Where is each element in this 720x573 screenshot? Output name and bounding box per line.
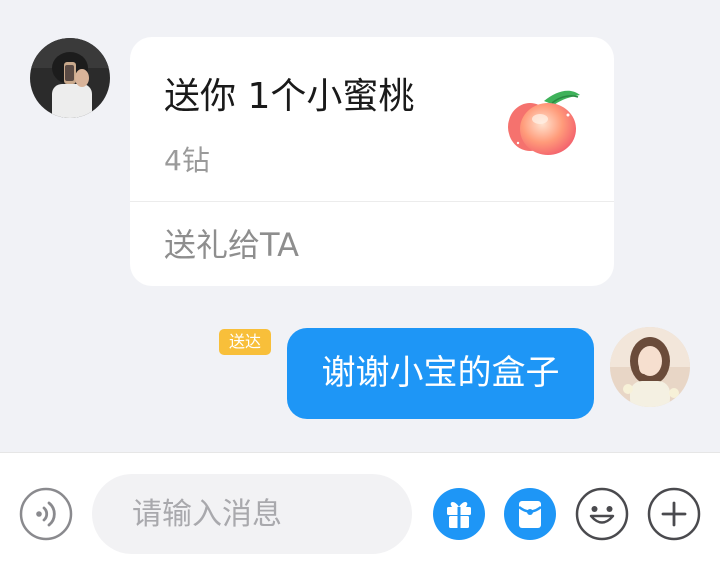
emoji-icon[interactable]	[575, 487, 629, 541]
voice-icon[interactable]	[19, 487, 73, 541]
sender-avatar[interactable]	[30, 38, 110, 118]
gift-message-card[interactable]: 送你 1个小蜜桃 4钻 送礼给TA	[130, 37, 614, 286]
gift-title: 送你 1个小蜜桃	[164, 76, 415, 117]
outgoing-message-bubble[interactable]: 谢谢小宝的盒子	[287, 328, 594, 419]
gift-icon[interactable]	[432, 487, 486, 541]
gift-card-divider	[130, 201, 614, 202]
plus-icon[interactable]	[647, 487, 701, 541]
input-bar	[0, 452, 720, 573]
peach-icon	[504, 85, 584, 157]
my-avatar[interactable]	[610, 327, 690, 407]
red-packet-icon[interactable]	[503, 487, 557, 541]
delivered-status-badge: 送达	[219, 329, 271, 355]
gift-price: 4钻	[164, 144, 210, 177]
send-gift-back-link[interactable]: 送礼给TA	[164, 225, 299, 265]
chat-area: 送你 1个小蜜桃 4钻 送礼给TA 送达 谢谢小宝的盒子	[0, 0, 720, 452]
message-input[interactable]	[92, 474, 412, 554]
